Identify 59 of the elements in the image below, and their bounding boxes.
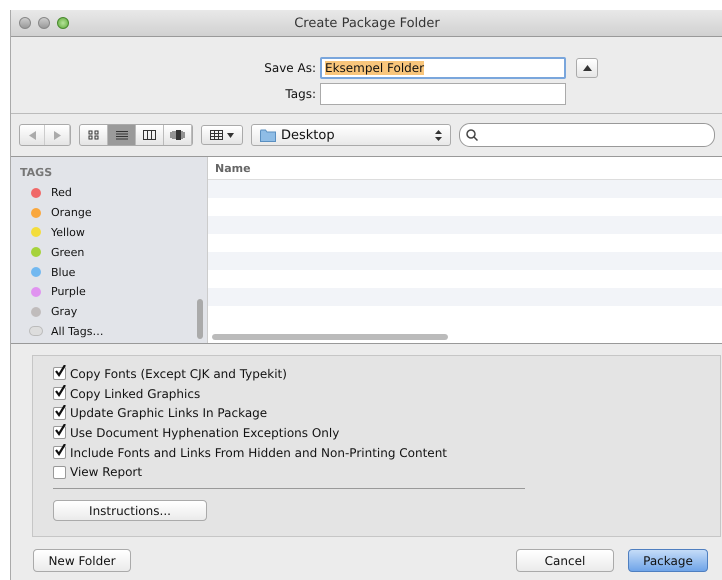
checkbox[interactable]	[53, 367, 66, 380]
option-label: Include Fonts and Links From Hidden and Non-Printing Content	[70, 446, 448, 460]
checkbox[interactable]	[53, 387, 66, 400]
tags-label: Tags:	[284, 87, 316, 101]
checkmark-icon	[54, 404, 66, 417]
triangle-up-icon	[582, 65, 592, 71]
checkmark-icon	[54, 424, 66, 436]
coverflow-icon	[170, 130, 186, 140]
option-label: Use Document Hyphenation Exceptions Only	[70, 426, 340, 440]
sidebar-heading: TAGS	[19, 165, 54, 181]
folder-icon	[260, 128, 276, 142]
option-label: Update Graphic Links In Package	[70, 406, 268, 420]
tags-field[interactable]	[320, 83, 566, 105]
view-mode-control[interactable]	[79, 124, 193, 146]
search-icon	[466, 129, 478, 141]
scrollbar[interactable]	[197, 299, 203, 339]
sidebar-item[interactable]: Purple	[11, 282, 207, 302]
sidebar-item[interactable]: Orange	[11, 202, 207, 223]
grid-dropdown-icon	[210, 130, 234, 140]
instructions-button[interactable]: Instructions...	[53, 500, 207, 522]
search-field[interactable]	[459, 123, 715, 147]
scrollbar[interactable]	[212, 334, 448, 340]
cancel-button[interactable]: Cancel	[516, 549, 614, 572]
sidebar-item[interactable]: Blue	[11, 262, 207, 282]
back-icon	[28, 130, 36, 140]
option-label: Copy Linked Graphics	[70, 386, 200, 401]
checkbox[interactable]	[53, 466, 66, 479]
grid-icon	[88, 130, 100, 140]
option-label: Copy Fonts (Except CJK and Typekit)	[70, 366, 287, 381]
list-view-button[interactable]	[108, 125, 136, 145]
zoom-button[interactable]	[57, 17, 69, 29]
checkbox[interactable]	[53, 406, 66, 420]
checkmark-icon	[54, 385, 66, 398]
list-icon	[116, 130, 128, 140]
arrange-button[interactable]	[201, 125, 243, 145]
column-header[interactable]: Name	[215, 162, 251, 174]
minimize-button[interactable]	[38, 17, 50, 29]
checkbox[interactable]	[53, 446, 66, 460]
sidebar-item[interactable]: Green	[11, 242, 207, 262]
save-as-label: Save As:	[263, 61, 316, 75]
checkmark-icon	[54, 444, 66, 456]
all-tags-icon	[29, 326, 43, 336]
checkbox[interactable]	[53, 426, 66, 440]
sidebar-item[interactable]: Gray	[11, 302, 207, 322]
forward-icon	[54, 130, 60, 140]
option-label: View Report	[70, 465, 142, 480]
window-title: Create Package Folder	[294, 16, 440, 30]
columns-icon	[143, 130, 156, 140]
checkmark-icon	[54, 365, 66, 378]
updown-icon	[435, 130, 442, 140]
close-button[interactable]	[19, 17, 31, 29]
new-folder-button[interactable]: New Folder	[33, 549, 131, 572]
location-popup[interactable]: Desktop	[251, 124, 451, 146]
sidebar-item[interactable]: Red	[11, 183, 207, 203]
sidebar-item[interactable]: Yellow	[11, 222, 207, 242]
package-button[interactable]: Package	[628, 549, 708, 572]
sidebar-item[interactable]: All Tags…	[11, 322, 207, 342]
collapse-button[interactable]	[576, 58, 598, 78]
save-as-field[interactable]: Eksempel Folder	[320, 57, 566, 79]
